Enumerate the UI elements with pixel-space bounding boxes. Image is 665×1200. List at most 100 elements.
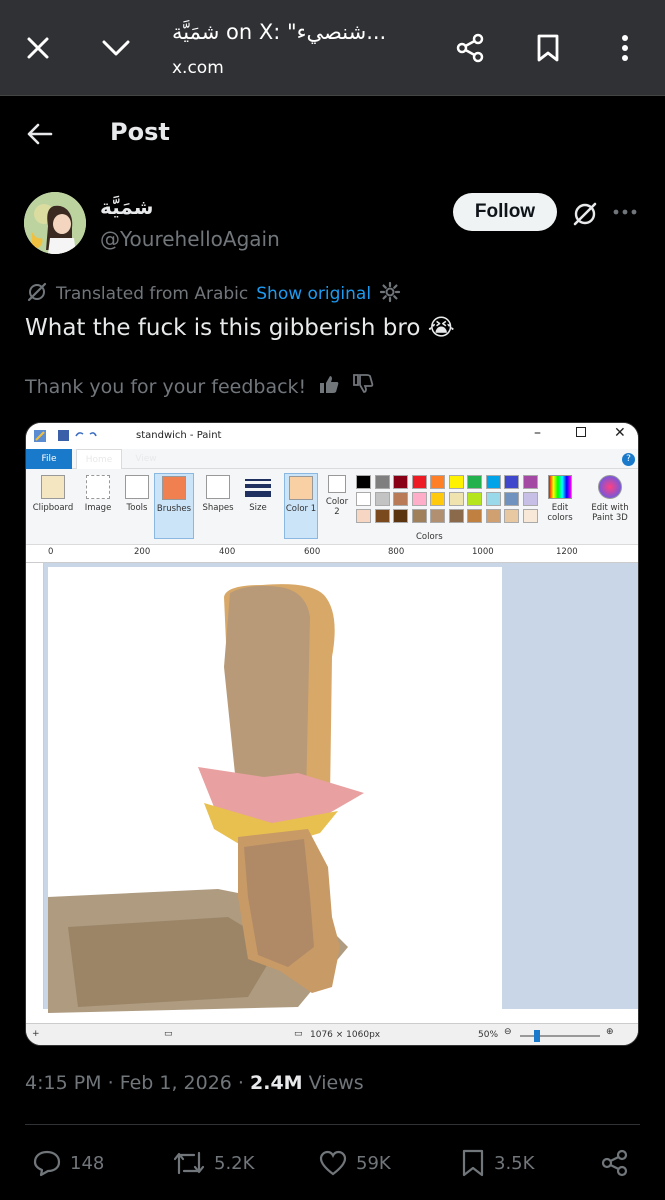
tools-button[interactable]: Tools — [120, 473, 154, 539]
post-time[interactable]: 4:15 PM — [25, 1072, 102, 1094]
palette-swatch[interactable] — [393, 475, 408, 489]
palette-swatch[interactable] — [467, 509, 482, 523]
post-header: Post — [0, 96, 665, 172]
back-arrow-icon[interactable] — [20, 114, 60, 154]
palette-swatch[interactable] — [393, 492, 408, 506]
palette-swatch[interactable] — [485, 509, 501, 523]
palette-swatch[interactable] — [411, 509, 427, 523]
close-icon[interactable] — [18, 28, 58, 68]
palette-swatch[interactable] — [356, 475, 371, 489]
reply-button[interactable]: 148 — [32, 1146, 104, 1180]
palette-swatch[interactable] — [448, 509, 464, 523]
more-vertical-icon[interactable] — [605, 28, 645, 68]
bookmark-icon[interactable] — [528, 28, 568, 68]
author-name[interactable]: شمَيَّة — [100, 195, 153, 219]
bookmark-action-button[interactable]: 3.5K — [460, 1146, 534, 1180]
zoom-out-icon[interactable]: ⊖ — [504, 1027, 512, 1037]
palette-swatch[interactable] — [356, 492, 371, 506]
window-close-icon[interactable]: ✕ — [614, 425, 626, 441]
thumbs-up-icon[interactable] — [318, 373, 340, 400]
palette-swatch[interactable] — [467, 475, 482, 489]
size-button[interactable]: Size — [240, 473, 276, 539]
brush-icon — [162, 476, 186, 500]
grok-icon[interactable] — [568, 197, 602, 231]
paint-workspace — [44, 563, 638, 1013]
gear-icon[interactable] — [379, 281, 401, 308]
palette-swatch[interactable] — [448, 492, 464, 506]
palette-swatch[interactable] — [504, 509, 519, 523]
zoom-in-icon[interactable]: ⊕ — [606, 1027, 614, 1037]
repost-button[interactable]: 5.2K — [172, 1146, 254, 1180]
color2-label: Color 2 — [325, 497, 349, 517]
select-icon — [86, 475, 110, 499]
palette-swatch[interactable] — [411, 492, 427, 506]
edit-colors-button[interactable]: Edit colors — [540, 473, 580, 539]
browser-top-bar: شمَيَّة on X: "شنصيء... x.com — [0, 0, 665, 96]
palette-swatch[interactable] — [467, 492, 482, 506]
cursor-position-icon: + — [32, 1029, 40, 1039]
browser-page-title: شمَيَّة on X: "شنصيء... — [172, 20, 387, 44]
brushes-button[interactable]: Brushes — [154, 473, 194, 539]
avatar[interactable] — [24, 192, 86, 254]
share-icon[interactable] — [450, 28, 490, 68]
ruler-mark: 200 — [134, 547, 151, 557]
show-original-link[interactable]: Show original — [256, 284, 371, 304]
help-icon[interactable]: ? — [622, 453, 635, 466]
post-date[interactable]: Feb 1, 2026 — [120, 1072, 232, 1094]
like-button[interactable]: 59K — [318, 1146, 391, 1180]
share-action-button[interactable] — [600, 1146, 630, 1180]
edit-colors-icon — [548, 475, 572, 499]
heart-icon — [319, 1150, 347, 1176]
color1-label: Color 1 — [285, 504, 317, 514]
color1-button[interactable]: Color 1 — [284, 473, 318, 539]
thumbs-down-icon[interactable] — [352, 373, 374, 400]
follow-button[interactable]: Follow — [453, 193, 557, 231]
size-icon — [245, 479, 271, 497]
feedback-text: Thank you for your feedback! — [25, 375, 307, 398]
palette-swatch[interactable] — [430, 492, 445, 506]
maximize-icon[interactable] — [576, 427, 586, 437]
palette-swatch[interactable] — [485, 492, 501, 506]
tab-view[interactable]: View — [126, 449, 166, 469]
author-handle[interactable]: @YourehelloAgain — [100, 227, 280, 251]
palette-swatch[interactable] — [374, 509, 390, 523]
palette-swatch[interactable] — [485, 475, 501, 489]
tab-home[interactable]: Home — [76, 449, 122, 469]
palette-swatch[interactable] — [374, 492, 390, 506]
palette-swatch[interactable] — [356, 509, 371, 523]
reply-icon — [33, 1150, 61, 1177]
palette-swatch[interactable] — [430, 475, 445, 489]
palette-swatch[interactable] — [522, 475, 538, 489]
paint-canvas[interactable] — [48, 567, 502, 1013]
palette-swatch[interactable] — [504, 475, 519, 489]
paint-statusbar: + ▭ ▭ 1076 × 1060px 50% ⊖ ⊕ — [26, 1023, 638, 1045]
zoom-slider-thumb[interactable] — [534, 1030, 540, 1042]
shapes-button[interactable]: Shapes — [200, 473, 236, 539]
palette-swatch[interactable] — [522, 509, 538, 523]
translation-row: Translated from Arabic Show original — [26, 281, 401, 307]
chevron-down-icon[interactable] — [96, 28, 136, 68]
tab-file[interactable]: File — [26, 449, 72, 469]
color-palette[interactable] — [356, 475, 542, 529]
paint-window-title: standwich - Paint — [136, 430, 222, 441]
zoom-slider[interactable] — [520, 1030, 600, 1042]
palette-swatch[interactable] — [522, 492, 538, 506]
palette-swatch[interactable] — [393, 509, 408, 523]
post-media-image[interactable]: standwich - Paint – ✕ File Home View ? C… — [25, 422, 639, 1046]
palette-swatch[interactable] — [430, 509, 445, 523]
brushes-label: Brushes — [156, 504, 192, 514]
palette-swatch[interactable] — [504, 492, 519, 506]
clipboard-button[interactable]: Clipboard — [30, 473, 76, 539]
paint-ribbon: Clipboard Image Tools Brushes Shapes Siz… — [26, 469, 638, 545]
image-button[interactable]: Image — [78, 473, 118, 539]
palette-swatch[interactable] — [411, 475, 427, 489]
post-text: What the fuck is this gibberish bro 😭 — [25, 315, 455, 341]
more-horizontal-icon[interactable] — [610, 197, 640, 227]
edit-paint3d-button[interactable]: Edit with Paint 3D — [584, 473, 636, 539]
minimize-icon[interactable]: – — [534, 425, 541, 441]
repost-count: 5.2K — [214, 1152, 255, 1174]
palette-swatch[interactable] — [448, 475, 464, 489]
edit-paint3d-label: Edit with Paint 3D — [591, 503, 629, 523]
palette-swatch[interactable] — [374, 475, 390, 489]
color2-button[interactable]: Color 2 — [322, 473, 352, 539]
